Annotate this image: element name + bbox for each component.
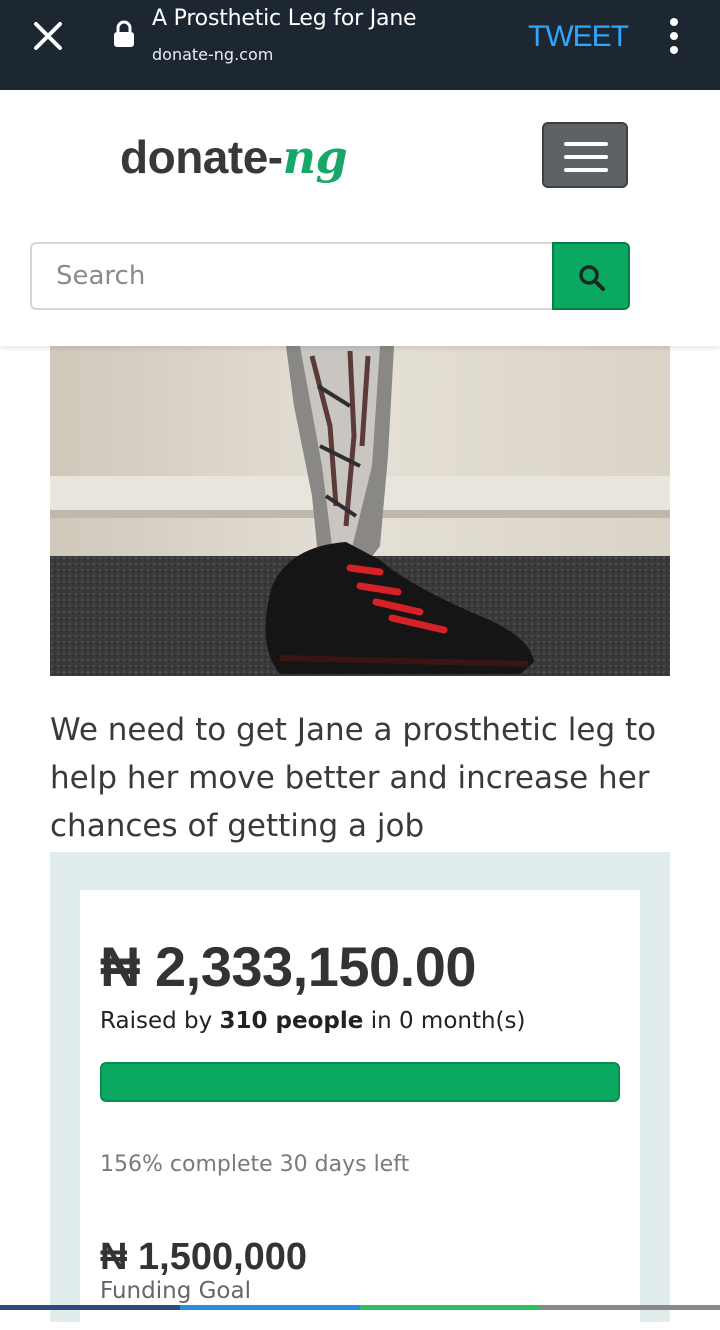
menu-button[interactable]	[542, 122, 628, 188]
search-button[interactable]	[552, 242, 630, 310]
page-title: A Prosthetic Leg for Jane	[152, 6, 417, 31]
search-icon	[579, 265, 605, 291]
donation-card: ₦ 2,333,150.00 Raised by 310 people in 0…	[80, 890, 640, 1330]
site-header: donate-ng	[0, 90, 720, 346]
more-vert-icon[interactable]	[660, 16, 688, 56]
campaign-status: 156% complete 30 days left	[100, 1152, 409, 1177]
progress-bar	[100, 1062, 620, 1102]
logo-text: donate-	[120, 131, 283, 183]
tweet-button[interactable]: TWEET	[528, 20, 629, 54]
raised-prefix: Raised by	[100, 1008, 213, 1034]
search-box	[30, 242, 552, 310]
raised-suffix: in 0 month(s)	[370, 1008, 526, 1034]
browser-top-bar: A Prosthetic Leg for Jane donate-ng.com …	[0, 0, 720, 90]
bottom-color-strip	[0, 1305, 720, 1310]
logo-accent: ng	[282, 130, 348, 184]
close-icon[interactable]	[26, 14, 70, 58]
percent-complete: 156% complete	[100, 1152, 273, 1177]
search-input[interactable]	[32, 244, 552, 308]
days-left: 30 days left	[279, 1152, 410, 1177]
raised-by-text: Raised by 310 people in 0 month(s)	[100, 1008, 526, 1034]
progress-fill	[100, 1062, 620, 1102]
campaign-photo	[50, 346, 670, 676]
goal-amount: ₦ 1,500,000	[100, 1236, 308, 1278]
lock-icon	[112, 20, 136, 48]
donor-count: 310 people	[219, 1008, 364, 1034]
campaign-description: We need to get Jane a prosthetic leg to …	[50, 712, 657, 844]
page-url: donate-ng.com	[152, 45, 274, 64]
goal-label: Funding Goal	[100, 1278, 251, 1304]
site-logo[interactable]: donate-ng	[120, 130, 348, 184]
raised-amount: ₦ 2,333,150.00	[100, 935, 476, 998]
donation-panel: ₦ 2,333,150.00 Raised by 310 people in 0…	[50, 852, 670, 1330]
